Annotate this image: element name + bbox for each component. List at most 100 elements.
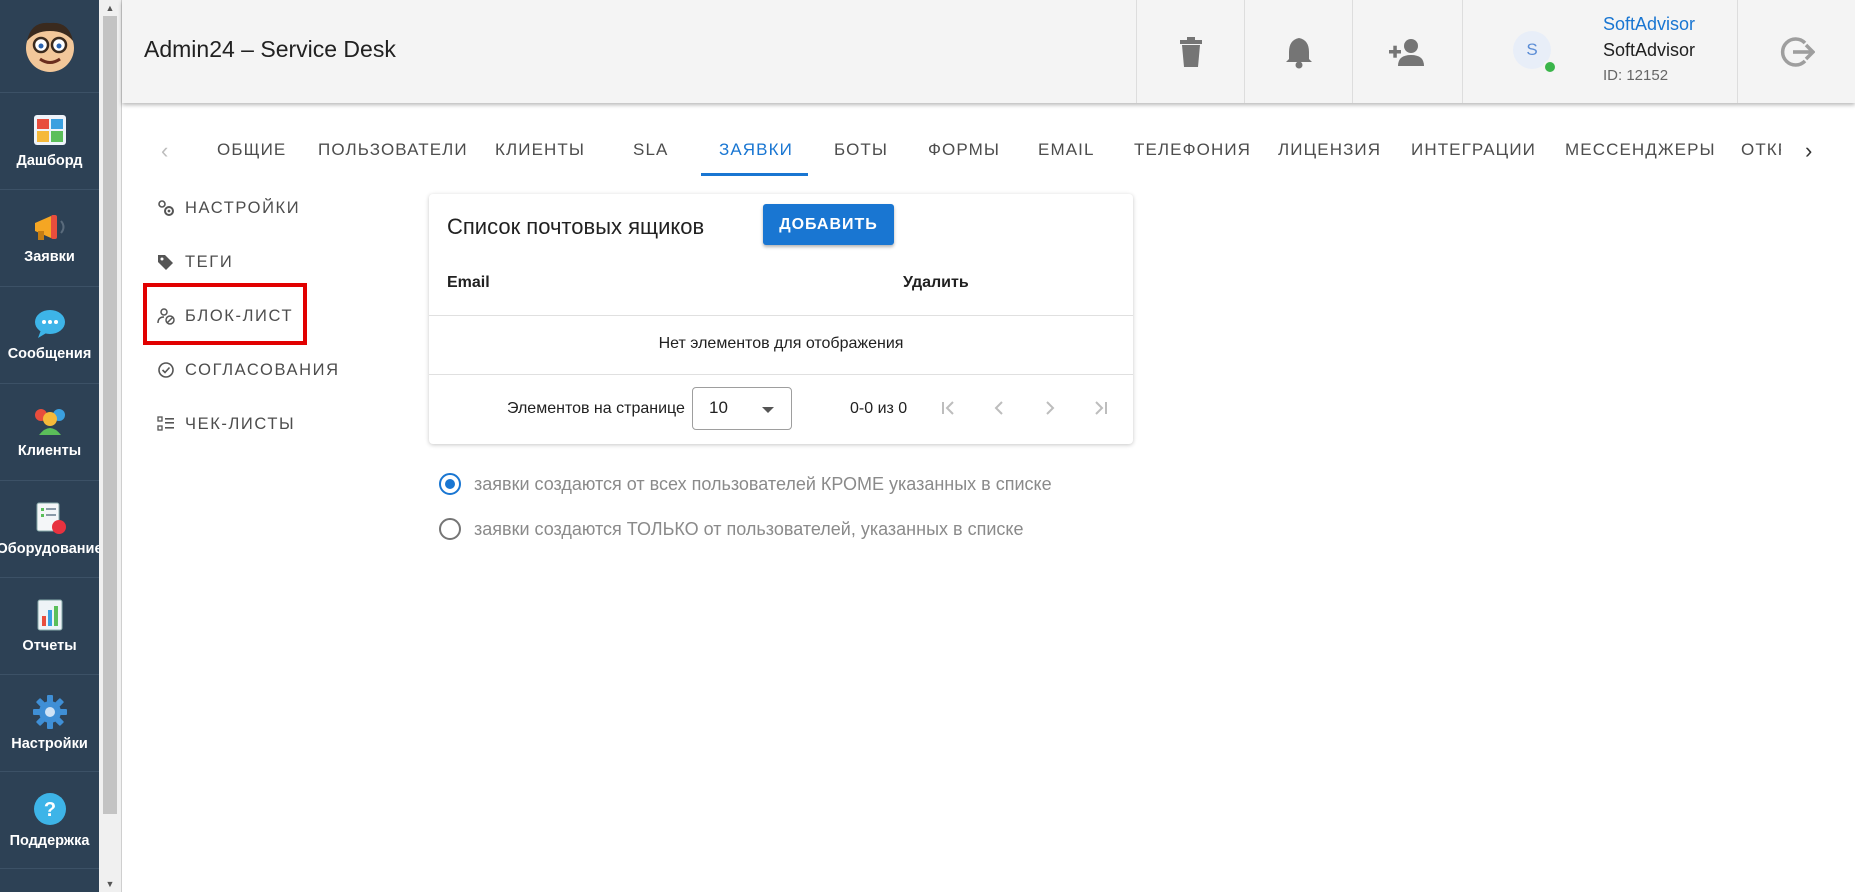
add-user-button[interactable]	[1352, 0, 1461, 103]
empty-state-text: Нет элементов для отображения	[658, 335, 904, 352]
page-scrollbar[interactable]: ▲ ▼	[99, 0, 121, 892]
clients-icon	[34, 409, 65, 435]
rows-per-page-label: Элементов на странице	[507, 400, 685, 417]
prev-page-icon[interactable]	[984, 393, 1014, 423]
user-profile-link[interactable]: SoftAdvisor	[1603, 14, 1695, 35]
checklist-icon	[157, 416, 174, 431]
megaphone-icon	[34, 215, 64, 240]
column-header-email[interactable]: Email	[447, 274, 490, 292]
rail-item-clients[interactable]: Клиенты	[0, 384, 99, 481]
dashboard-icon	[33, 115, 66, 145]
chat-bubble-icon	[34, 310, 65, 338]
app-rail: Дашборд Заявки Сообщения Клиенты Оборудо…	[0, 0, 103, 892]
side-item-checklists[interactable]: ЧЕК-ЛИСТЫ	[157, 409, 295, 439]
tab-integrations[interactable]: ИНТЕГРАЦИИ	[1411, 140, 1536, 160]
rail-label-equipment: Оборудование	[0, 541, 103, 557]
tab-tickets[interactable]: ЗАЯВКИ	[719, 140, 793, 160]
rail-label-support: Поддержка	[9, 833, 90, 849]
settings-tabs: ‹ ОБЩИЕ ПОЛЬЗОВАТЕЛИ КЛИЕНТЫ SLA ЗАЯВКИ …	[143, 124, 1855, 178]
rail-label-dashboard: Дашборд	[16, 153, 83, 169]
rail-item-support[interactable]: ? Поддержка	[0, 772, 99, 869]
tabs-scroll-right-icon[interactable]: ›	[1805, 138, 1812, 164]
tab-forms[interactable]: ФОРМЫ	[928, 140, 1000, 160]
online-status-dot	[1543, 60, 1557, 74]
tab-users[interactable]: ПОЛЬЗОВАТЕЛИ	[318, 140, 468, 160]
gear-icon	[32, 695, 67, 729]
user-profile[interactable]: S SoftAdvisor SoftAdvisor ID: 12152	[1462, 0, 1738, 103]
mode-option-only-label: заявки создаются ТОЛЬКО от пользователей…	[474, 518, 1024, 539]
side-item-approvals[interactable]: СОГЛАСОВАНИЯ	[157, 355, 340, 385]
scroll-up-arrow[interactable]: ▲	[99, 3, 121, 13]
rail-label-reports: Отчеты	[22, 638, 77, 654]
rail-label-settings: Настройки	[11, 736, 88, 752]
side-item-checklists-label: ЧЕК-ЛИСТЫ	[185, 414, 296, 433]
highlight-box	[143, 283, 307, 345]
tab-general[interactable]: ОБЩИЕ	[217, 140, 286, 160]
rail-label-clients: Клиенты	[17, 443, 82, 459]
card-title: Список почтовых ящиков	[447, 214, 705, 239]
first-page-icon[interactable]	[933, 393, 963, 423]
scroll-thumb[interactable]	[103, 16, 117, 814]
mode-option-only[interactable]: заявки создаются ТОЛЬКО от пользователей…	[439, 518, 1023, 540]
user-name: SoftAdvisor	[1603, 40, 1696, 60]
user-id: ID: 12152	[1603, 67, 1669, 84]
scroll-down-arrow[interactable]: ▼	[99, 879, 121, 889]
logout-button[interactable]	[1737, 0, 1855, 103]
tab-clients[interactable]: КЛИЕНТЫ	[495, 140, 585, 160]
rail-label-tickets: Заявки	[24, 249, 75, 265]
help-icon: ?	[33, 793, 66, 825]
app-logo[interactable]	[0, 0, 99, 93]
side-item-settings[interactable]: НАСТРОЙКИ	[157, 193, 300, 223]
radio-selected[interactable]	[439, 473, 461, 495]
avatar-logo-icon	[25, 22, 74, 72]
check-circle-icon	[158, 362, 174, 378]
top-bar: Admin24 – Service Desk S SoftAdvisor Sof…	[122, 0, 1855, 103]
tag-icon	[158, 255, 173, 270]
rows-per-page-select[interactable]: 10	[692, 387, 792, 430]
mailbox-list-card: Список почтовых ящиков ДОБАВИТЬ Email Уд…	[429, 194, 1133, 444]
tab-license[interactable]: ЛИЦЕНЗИЯ	[1278, 140, 1381, 160]
side-item-tags[interactable]: ТЕГИ	[157, 247, 233, 277]
radio-unselected[interactable]	[439, 518, 461, 540]
bell-icon	[1286, 37, 1312, 68]
rail-label-messages: Сообщения	[7, 346, 92, 362]
rail-item-messages[interactable]: Сообщения	[0, 287, 99, 384]
reports-icon	[37, 599, 62, 631]
rail-item-settings[interactable]: Настройки	[0, 675, 99, 772]
rail-item-equipment[interactable]: Оборудование	[0, 481, 103, 578]
rows-per-page-value: 10	[709, 398, 728, 417]
tabs-scroll-left-icon[interactable]: ‹	[161, 138, 168, 164]
tab-bots[interactable]: БОТЫ	[834, 140, 888, 160]
rail-item-reports[interactable]: Отчеты	[0, 578, 99, 675]
side-item-tags-label: ТЕГИ	[185, 252, 234, 271]
side-item-approvals-label: СОГЛАСОВАНИЯ	[185, 360, 340, 379]
dropdown-caret-icon	[762, 407, 774, 413]
next-page-icon[interactable]	[1035, 393, 1065, 423]
tab-messengers[interactable]: МЕССЕНДЖЕРЫ	[1565, 140, 1716, 160]
equipment-icon	[36, 502, 66, 534]
add-button[interactable]: ДОБАВИТЬ	[763, 204, 894, 245]
tab-cut-off[interactable]: ОТКР	[1741, 140, 1781, 160]
content-divider	[121, 0, 122, 892]
header-divider	[429, 315, 1133, 316]
rail-item-dashboard[interactable]: Дашборд	[0, 93, 99, 190]
active-tab-indicator	[701, 173, 808, 176]
side-item-settings-label: НАСТРОЙКИ	[185, 198, 301, 217]
tab-telephony[interactable]: ТЕЛЕФОНИЯ	[1134, 140, 1251, 160]
mode-option-except-label: заявки создаются от всех пользователей К…	[474, 473, 1052, 494]
rail-item-tickets[interactable]: Заявки	[0, 190, 99, 287]
mode-option-except[interactable]: заявки создаются от всех пользователей К…	[439, 473, 1052, 495]
notifications-button[interactable]	[1244, 0, 1353, 103]
settings-cog-icon	[158, 200, 174, 216]
tab-sla[interactable]: SLA	[633, 140, 668, 160]
svg-text:?: ?	[43, 799, 55, 821]
page-title: Admin24 – Service Desk	[144, 36, 396, 62]
tab-email[interactable]: EMAIL	[1038, 140, 1095, 160]
footer-divider	[429, 374, 1133, 375]
logout-icon	[1780, 36, 1815, 67]
trash-icon	[1180, 36, 1202, 67]
last-page-icon[interactable]	[1086, 393, 1116, 423]
page-range-text: 0-0 из 0	[850, 400, 908, 417]
column-header-delete[interactable]: Удалить	[903, 274, 969, 292]
trash-button[interactable]	[1136, 0, 1245, 103]
